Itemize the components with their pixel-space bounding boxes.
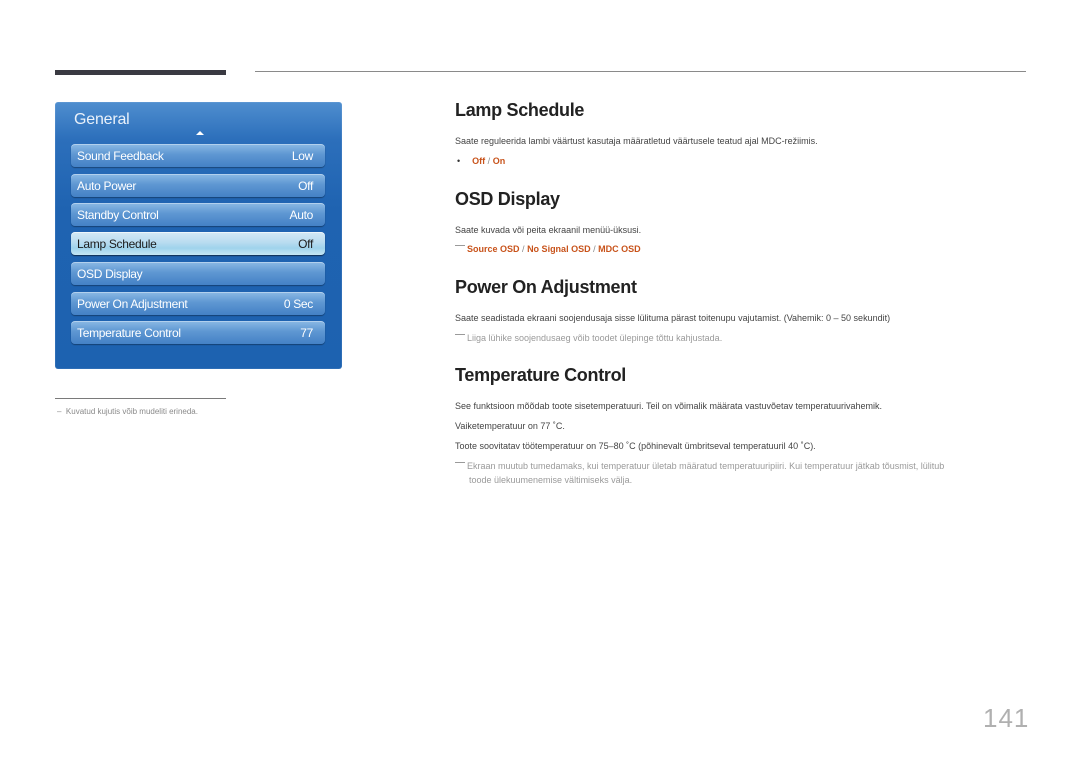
header-rule-thick: [55, 70, 226, 75]
note-dash-icon: [455, 462, 465, 463]
osd-display-options: Source OSD / No Signal OSD / MDC OSD: [455, 244, 641, 254]
footnote-text: Kuvatud kujutis võib mudeliti erineda.: [65, 407, 198, 416]
osd-item-value: Auto: [289, 208, 314, 222]
footnote-rule: [55, 398, 226, 399]
power-on-adjustment-description: Saate seadistada ekraani soojendusaja si…: [455, 313, 891, 323]
note-text-line1: Ekraan muutub tumedamaks, kui temperatuu…: [467, 461, 945, 471]
osd-item-value: Off: [298, 237, 313, 251]
dash-icon: –: [57, 407, 66, 416]
temperature-control-note: Ekraan muutub tumedamaks, kui temperatuu…: [455, 461, 944, 471]
option-separator: /: [487, 156, 491, 166]
page-number: 141: [983, 703, 1030, 733]
temperature-default: Vaiketemperatuur on 77 ˚C.: [455, 421, 565, 431]
osd-item-sound-feedback[interactable]: Sound Feedback Low: [71, 144, 325, 167]
osd-item-temperature-control[interactable]: Temperature Control 77: [71, 321, 325, 344]
option-no-signal-osd: No Signal OSD: [527, 244, 591, 254]
osd-item-label: Lamp Schedule: [77, 237, 157, 251]
image-footnote: – Kuvatud kujutis võib mudeliti erineda.: [57, 407, 198, 416]
section-title-osd-display: OSD Display: [455, 189, 560, 209]
option-source-osd: Source OSD: [467, 244, 520, 254]
temperature-recommended: Toote soovitatav töötemperatuur on 75–80…: [455, 441, 816, 451]
note-dash-icon: [455, 334, 465, 335]
option-separator: /: [593, 244, 596, 254]
osd-item-power-on-adjustment[interactable]: Power On Adjustment 0 Sec: [71, 292, 325, 315]
osd-menu-panel: General Sound Feedback Low Auto Power Of…: [55, 102, 342, 369]
osd-item-value: 77: [300, 326, 313, 340]
option-separator: /: [522, 244, 525, 254]
osd-item-label: Auto Power: [77, 179, 137, 193]
lamp-schedule-description: Saate reguleerida lambi väärtust kasutaj…: [455, 136, 818, 146]
osd-item-label: Sound Feedback: [77, 149, 164, 163]
osd-item-lamp-schedule[interactable]: Lamp Schedule Off: [71, 232, 325, 255]
temperature-control-description: See funktsioon mõõdab toote sisetemperat…: [455, 401, 883, 411]
scroll-up-arrow-icon: [196, 131, 204, 135]
osd-item-value: 0 Sec: [283, 297, 313, 311]
option-mdc-osd: MDC OSD: [598, 244, 641, 254]
note-dash-icon: [455, 245, 465, 246]
osd-menu-title: General: [74, 111, 130, 128]
osd-item-label: Temperature Control: [77, 326, 181, 340]
header-rule-thin: [255, 71, 1026, 72]
section-title-temperature-control: Temperature Control: [455, 365, 626, 385]
osd-item-value: Off: [298, 179, 313, 193]
note-text: Liiga lühike soojendusaeg võib toodet ül…: [467, 333, 723, 343]
power-on-adjustment-note: Liiga lühike soojendusaeg võib toodet ül…: [455, 333, 722, 343]
section-title-lamp-schedule: Lamp Schedule: [455, 100, 585, 120]
osd-item-label: OSD Display: [77, 267, 143, 281]
option-off: Off: [472, 156, 486, 166]
osd-item-label: Standby Control: [77, 208, 159, 222]
osd-item-label: Power On Adjustment: [77, 297, 188, 311]
osd-display-description: Saate kuvada või peita ekraanil menüü-ük…: [455, 225, 642, 235]
osd-item-standby-control[interactable]: Standby Control Auto: [71, 203, 325, 226]
lamp-schedule-options: • Off / On: [455, 156, 505, 166]
bullet-icon: •: [457, 156, 461, 166]
osd-item-value: Low: [291, 149, 313, 163]
osd-item-auto-power[interactable]: Auto Power Off: [71, 174, 325, 197]
section-title-power-on-adjustment: Power On Adjustment: [455, 277, 637, 297]
option-on: On: [492, 156, 506, 166]
temperature-control-note-cont: toode ülekuumenemise vältimiseks välja.: [469, 475, 633, 485]
osd-item-osd-display[interactable]: OSD Display: [71, 262, 325, 285]
